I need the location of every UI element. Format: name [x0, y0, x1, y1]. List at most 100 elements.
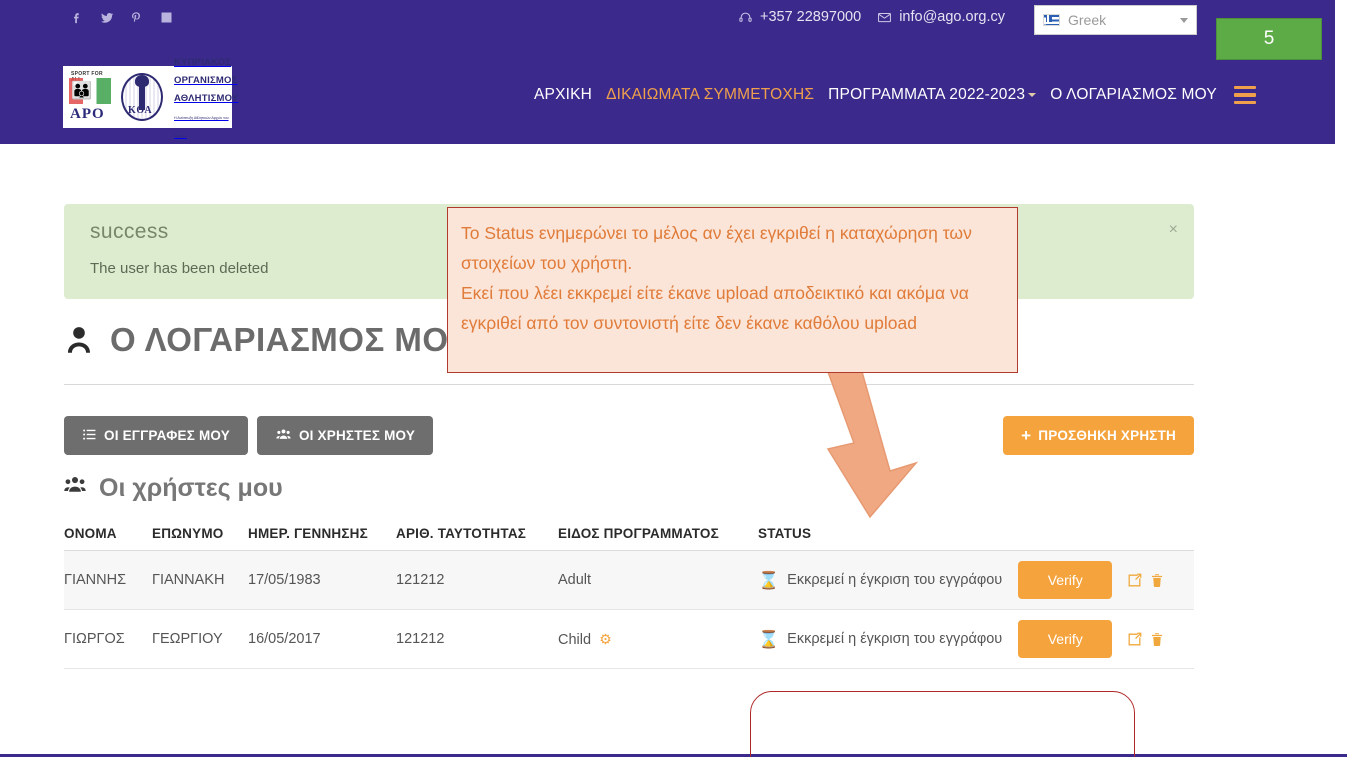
title-divider — [64, 384, 1194, 385]
cell-name: ΓΙΑΝΝΗΣ — [64, 550, 152, 610]
account-tabs: ΟΙ ΕΓΓΡΑΦΕΣ ΜΟΥ ΟΙ ΧΡΗΣΤΕΣ ΜΟΥ — [64, 416, 434, 455]
page-root: +357 22897000 info@ago.org.cy Greek 5 SP… — [0, 0, 1347, 757]
koa-line-3: ΑΘΛΗΤΙΣΜΟΥ — [174, 93, 239, 104]
table-row: ΓΙΑΝΝΗΣ ΓΙΑΝΝΑΚΗ 17/05/1983 121212 Adult… — [64, 550, 1194, 610]
users-group-icon — [62, 474, 88, 503]
hourglass-icon: ⌛ — [758, 629, 780, 649]
notification-badge: 5 — [1216, 18, 1322, 60]
users-table-body: ΓΙΑΝΝΗΣ ΓΙΑΝΝΑΚΗ 17/05/1983 121212 Adult… — [64, 550, 1194, 669]
koa-line-1: ΚΥΠΡΙΑΚΟΣ — [174, 57, 232, 68]
alert-title: success — [90, 220, 169, 243]
cell-dob: 17/05/1983 — [248, 550, 396, 610]
cell-program: Child ⚙ — [558, 609, 758, 669]
alert-message: The user has been deleted — [90, 260, 269, 277]
apo-logo-text: APO — [70, 106, 105, 122]
status-label: Εκκρεμεί η έγκριση του εγγράφου — [787, 572, 1003, 588]
main-content: success The user has been deleted × Το S… — [0, 144, 1347, 757]
add-user-label: ΠΡΟΣΘΗΚΗ ΧΡΗΣΤΗ — [1038, 428, 1176, 443]
delete-icon[interactable] — [1149, 572, 1165, 589]
edit-icon[interactable] — [1126, 572, 1143, 589]
phone-item[interactable]: +357 22897000 — [738, 9, 861, 25]
nav-item-programmata[interactable]: ΠΡΟΓΡΑΜΜΑΤΑ 2022-2023 — [821, 86, 1043, 104]
cell-dob: 16/05/2017 — [248, 609, 396, 669]
users-table: ΟΝΟΜΑ ΕΠΩΝΥΜΟ ΗΜΕΡ. ΓΕΝΝΗΣΗΣ ΑΡΙΘ. ΤΑΥΤΟ… — [64, 526, 1194, 669]
envelope-icon — [877, 10, 892, 25]
cell-status: ⌛ Εκκρεμεί η έγκριση του εγγράφου Verify — [758, 550, 1126, 610]
col-header-actions — [1126, 526, 1194, 551]
cell-name: ΓΙΩΡΓΟΣ — [64, 609, 152, 669]
cell-surname: ΓΙΑΝΝΑΚΗ — [152, 550, 248, 610]
delete-icon[interactable] — [1149, 631, 1165, 648]
status-label: Εκκρεμεί η έγκριση του εγγράφου — [787, 631, 1003, 647]
cell-status: ⌛ Εκκρεμεί η έγκριση του εγγράφου Verify — [758, 609, 1126, 669]
chevron-down-icon — [1180, 17, 1188, 23]
section-title-text: Οι χρήστες μου — [99, 474, 283, 502]
main-navigation: ΑΡΧΙΚΗ ΔΙΚΑΙΩΜΑΤΑ ΣΥΜΜΕΤΟΧΗΣ ΠΡΟΓΡΑΜΜΑΤΑ… — [527, 86, 1256, 104]
add-user-button[interactable]: + ΠΡΟΣΘΗΚΗ ΧΡΗΣΤΗ — [1003, 416, 1194, 455]
user-icon — [62, 323, 96, 357]
koa-wordmark: ΚΥΠΡΙΑΚΟΣ ΟΡΓΑΝΙΣΜΟΣ ΑΘΛΗΤΙΣΜΟΥ Η Ανάπτυ… — [171, 52, 238, 142]
users-table-head: ΟΝΟΜΑ ΕΠΩΝΥΜΟ ΗΜΕΡ. ΓΕΝΝΗΣΗΣ ΑΡΙΘ. ΤΑΥΤΟ… — [64, 526, 1194, 551]
tab-my-registrations[interactable]: ΟΙ ΕΓΓΡΑΦΕΣ ΜΟΥ — [64, 416, 248, 455]
edit-icon[interactable] — [1126, 631, 1143, 648]
facebook-icon[interactable] — [68, 9, 85, 26]
cell-actions — [1126, 550, 1194, 610]
nav-item-logariasmos[interactable]: Ο ΛΟΓΑΡΙΑΣΜΟΣ ΜΟΥ — [1043, 86, 1224, 104]
col-header-id: ΑΡΙΘ. ΤΑΥΤΟΤΗΤΑΣ — [396, 526, 558, 551]
cell-program-label: Child — [558, 631, 592, 648]
header-right-gap — [1335, 0, 1347, 144]
col-header-name: ΟΝΟΜΑ — [64, 526, 152, 551]
page-title: Ο ΛΟΓΑΡΙΑΣΜΟΣ ΜΟΥ — [62, 321, 470, 359]
gear-icon[interactable]: ⚙ — [599, 631, 612, 647]
contact-info: +357 22897000 info@ago.org.cy — [738, 9, 1005, 25]
badge-count: 5 — [1263, 28, 1275, 49]
apo-logo-icon: SPORT FOR ALL 👪 APO — [67, 70, 113, 124]
linkedin-icon[interactable] — [158, 9, 175, 26]
nav-item-arxiki[interactable]: ΑΡΧΙΚΗ — [527, 86, 599, 104]
page-title-text: Ο ΛΟΓΑΡΙΑΣΜΟΣ ΜΟΥ — [110, 321, 471, 358]
annotation-arrow-icon — [812, 359, 942, 519]
koa-emblem-text: ΚΟΑ — [128, 105, 153, 116]
pinterest-icon[interactable] — [128, 9, 145, 26]
twitter-icon[interactable] — [98, 9, 115, 26]
site-logo[interactable]: SPORT FOR ALL 👪 APO ΚΟΑ ΚΥΠΡΙΑΚΟΣ ΟΡΓΑΝΙ… — [63, 57, 238, 138]
top-bar: +357 22897000 info@ago.org.cy Greek 5 — [0, 0, 1335, 60]
chevron-down-icon — [1028, 92, 1037, 97]
cell-program: Adult — [558, 550, 758, 610]
cell-surname: ΓΕΩΡΓΙΟΥ — [152, 609, 248, 669]
users-icon — [275, 427, 292, 445]
tab-my-users[interactable]: ΟΙ ΧΡΗΣΤΕΣ ΜΟΥ — [256, 416, 434, 455]
col-header-program: ΕΙΔΟΣ ΠΡΟΓΡΑΜΜΑΤΟΣ — [558, 526, 758, 551]
annotation-status-highlight — [750, 691, 1135, 757]
language-label: Greek — [1068, 12, 1107, 28]
cell-id: 121212 — [396, 609, 558, 669]
headset-icon — [738, 10, 753, 25]
language-selector[interactable]: Greek — [1034, 5, 1197, 35]
nav-item-dikaiomata[interactable]: ΔΙΚΑΙΩΜΑΤΑ ΣΥΜΜΕΤΟΧΗΣ — [599, 86, 821, 104]
cell-id: 121212 — [396, 550, 558, 610]
close-icon[interactable]: × — [1169, 222, 1178, 238]
phone-number: +357 22897000 — [759, 9, 862, 25]
email-item[interactable]: info@ago.org.cy — [877, 9, 1005, 25]
verify-button[interactable]: Verify — [1018, 620, 1113, 658]
tab-my-users-label: ΟΙ ΧΡΗΣΤΕΣ ΜΟΥ — [298, 428, 416, 443]
koa-subline: Η Ανάπτυξη Αθλητικών Αρχών του Κόσμου — [174, 116, 229, 138]
email-address: info@ago.org.cy — [899, 9, 1005, 25]
nav-item-programmata-label: ΠΡΟΓΡΑΜΜΑΤΑ 2022-2023 — [828, 86, 1026, 103]
col-header-dob: ΗΜΕΡ. ΓΕΝΝΗΣΗΣ — [248, 526, 396, 551]
col-header-status: STATUS — [758, 526, 1126, 551]
hourglass-icon: ⌛ — [758, 570, 780, 590]
site-header: +357 22897000 info@ago.org.cy Greek 5 SP… — [0, 0, 1335, 144]
tab-my-registrations-label: ΟΙ ΕΓΓΡΑΦΕΣ ΜΟΥ — [104, 428, 230, 443]
social-links — [68, 9, 175, 26]
plus-icon: + — [1021, 425, 1032, 445]
koa-line-2: ΟΡΓΑΝΙΣΜΟΣ — [174, 75, 238, 86]
col-header-surname: ΕΠΩΝΥΜΟ — [152, 526, 248, 551]
greek-flag-icon — [1043, 14, 1060, 26]
verify-button[interactable]: Verify — [1018, 561, 1113, 599]
hamburger-menu-icon[interactable] — [1233, 86, 1256, 104]
table-header-row: ΟΝΟΜΑ ΕΠΩΝΥΜΟ ΗΜΕΡ. ΓΕΝΝΗΣΗΣ ΑΡΙΘ. ΤΑΥΤΟ… — [64, 526, 1194, 551]
cell-actions — [1126, 609, 1194, 669]
cell-program-label: Adult — [558, 572, 592, 588]
table-row: ΓΙΩΡΓΟΣ ΓΕΩΡΓΙΟΥ 16/05/2017 121212 Child… — [64, 609, 1194, 669]
